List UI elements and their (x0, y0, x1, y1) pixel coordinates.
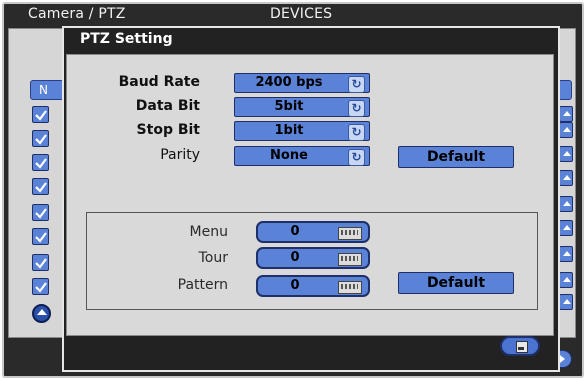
chevron-up-icon[interactable] (559, 196, 573, 212)
tour-value: 0 (290, 250, 300, 265)
baud-rate-spinner[interactable]: 2400 bps (234, 73, 370, 93)
background-section-title: DEVICES (270, 6, 333, 22)
baud-rate-value: 2400 bps (255, 75, 323, 90)
row-checkbox[interactable] (32, 178, 49, 195)
stop-bit-label: Stop Bit (136, 122, 200, 138)
data-bit-spinner[interactable]: 5bit (234, 97, 370, 117)
row-checkbox[interactable] (32, 154, 49, 171)
checkmark-icon (35, 134, 47, 145)
row-checkbox[interactable] (32, 254, 49, 271)
checkmark-icon (35, 110, 47, 121)
pattern-value: 0 (290, 278, 300, 293)
scroll-up-circle-icon[interactable] (32, 304, 51, 323)
data-bit-label: Data Bit (135, 98, 200, 114)
parity-value: None (270, 148, 308, 163)
chevron-up-icon[interactable] (559, 246, 573, 262)
cycle-icon (348, 75, 365, 93)
checkmark-icon (35, 232, 47, 243)
parity-spinner[interactable]: None (234, 146, 370, 166)
tour-label: Tour (198, 250, 228, 266)
row-checkbox[interactable] (32, 204, 49, 221)
menu-value: 0 (290, 224, 300, 239)
stop-bit-value: 1bit (274, 123, 304, 138)
cycle-icon (348, 148, 365, 166)
chevron-up-icon[interactable] (559, 170, 573, 186)
save-icon[interactable] (500, 336, 540, 356)
checkmark-icon (35, 182, 47, 193)
chevron-up-icon[interactable] (559, 122, 573, 138)
parity-label: Parity (160, 147, 200, 163)
menu-input[interactable]: 0 (256, 221, 370, 243)
tour-input[interactable]: 0 (256, 247, 370, 269)
serial-default-button[interactable]: Default (398, 146, 514, 168)
keyboard-icon (338, 227, 362, 240)
cycle-icon (348, 99, 365, 117)
cycle-icon (348, 123, 365, 141)
checkmark-icon (35, 258, 47, 269)
row-checkbox[interactable] (32, 278, 49, 295)
keyboard-icon (338, 253, 362, 266)
row-checkbox[interactable] (32, 106, 49, 123)
stop-bit-spinner[interactable]: 1bit (234, 121, 370, 141)
pattern-label: Pattern (177, 277, 228, 293)
checkmark-icon (35, 158, 47, 169)
checkmark-icon (35, 282, 47, 293)
chevron-up-icon[interactable] (559, 106, 573, 122)
menu-label: Menu (189, 224, 228, 240)
chevron-up-icon[interactable] (559, 272, 573, 288)
data-bit-value: 5bit (274, 99, 304, 114)
pattern-input[interactable]: 0 (256, 275, 370, 297)
preset-default-button[interactable]: Default (398, 272, 514, 294)
chevron-up-icon[interactable] (559, 220, 573, 236)
dialog-title: PTZ Setting (80, 31, 173, 47)
background-title: Camera / PTZ (28, 6, 126, 22)
row-checkbox[interactable] (32, 130, 49, 147)
chevron-up-icon[interactable] (559, 146, 573, 162)
chevron-up-icon[interactable] (559, 294, 573, 310)
baud-rate-label: Baud Rate (118, 74, 200, 90)
background-header-button[interactable]: N (30, 80, 64, 100)
row-checkbox[interactable] (32, 228, 49, 245)
keyboard-icon (338, 281, 362, 294)
checkmark-icon (35, 208, 47, 219)
